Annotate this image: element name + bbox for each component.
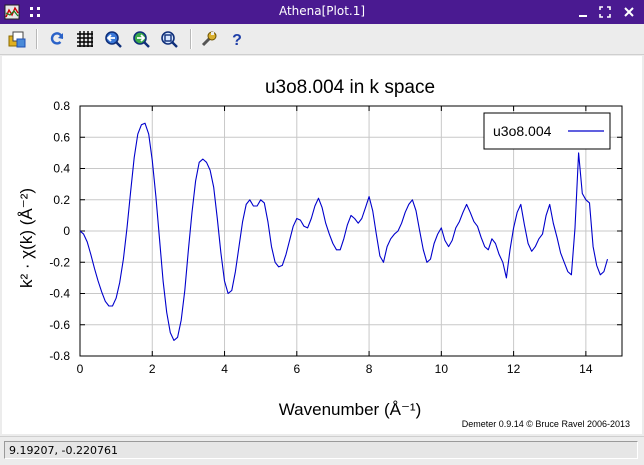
x-tick-label: 8 [366, 362, 373, 376]
cursor-coordinates: 9.19207, -0.220761 [4, 441, 638, 459]
maximize-icon[interactable] [596, 3, 614, 21]
settings-button[interactable] [198, 28, 220, 50]
x-tick-label: 12 [507, 362, 521, 376]
credit-text: Demeter 0.9.14 © Bruce Ravel 2006-2013 [462, 419, 630, 429]
chart[interactable]: u3o8.004 in k space 0 2 4 6 8 10 12 14 -0.8 -0.6 -… [2, 56, 642, 434]
help-button[interactable]: ? [226, 28, 248, 50]
grid-icon [77, 31, 93, 47]
legend-label: u3o8.004 [493, 123, 552, 139]
wrench-icon [201, 31, 217, 47]
y-tick-label: 0.6 [53, 130, 70, 144]
zoom-back-icon [105, 31, 122, 48]
y-tick-label: -0.8 [49, 349, 70, 363]
zoom-reset-icon [161, 31, 178, 48]
legend: u3o8.004 [483, 112, 611, 150]
svg-text:?: ? [232, 32, 242, 48]
zoom-reset-button[interactable] [158, 28, 180, 50]
y-axis-label: k² · χ(k) (Å⁻²) [17, 188, 36, 288]
toolbar-separator [36, 29, 38, 49]
status-bar: 9.19207, -0.220761 [0, 436, 644, 465]
refresh-icon [50, 32, 64, 45]
y-tick-label: 0 [63, 224, 70, 238]
x-axis-label: Wavenumber (Å⁻¹) [279, 400, 421, 419]
series-line [79, 122, 609, 341]
refresh-button[interactable] [46, 28, 68, 50]
open-icon [8, 31, 26, 48]
x-tick-label: 14 [579, 362, 593, 376]
help-icon: ? [232, 32, 242, 48]
y-tick-label: 0.4 [53, 162, 70, 176]
y-tick-label: 0.2 [53, 193, 70, 207]
window-titlebar: Athena[Plot.1] [0, 0, 644, 24]
x-tick-label: 4 [221, 362, 228, 376]
zoom-back-button[interactable] [102, 28, 124, 50]
y-tick-label: -0.6 [49, 318, 70, 332]
series-layer [79, 122, 609, 341]
open-button[interactable] [6, 28, 28, 50]
close-icon[interactable] [620, 3, 638, 21]
x-tick-label: 0 [77, 362, 84, 376]
x-tick-label: 2 [149, 362, 156, 376]
y-tick-label: -0.2 [49, 255, 70, 269]
plot-canvas[interactable]: u3o8.004 in k space 0 2 4 6 8 10 12 14 -0.8 -0.6 -… [2, 56, 642, 434]
minimize-icon[interactable] [574, 3, 592, 21]
x-tick-label: 10 [435, 362, 449, 376]
grid-button[interactable] [74, 28, 96, 50]
y-tick-label: -0.4 [49, 287, 70, 301]
zoom-forward-button[interactable] [130, 28, 152, 50]
toolbar-separator [190, 29, 192, 49]
zoom-forward-icon [133, 31, 150, 48]
y-tick-label: 0.8 [53, 99, 70, 113]
window-title: Athena[Plot.1] [278, 4, 366, 18]
x-tick-label: 6 [293, 362, 300, 376]
plot-toolbar: ? [0, 24, 644, 55]
chart-title: u3o8.004 in k space [265, 77, 435, 98]
